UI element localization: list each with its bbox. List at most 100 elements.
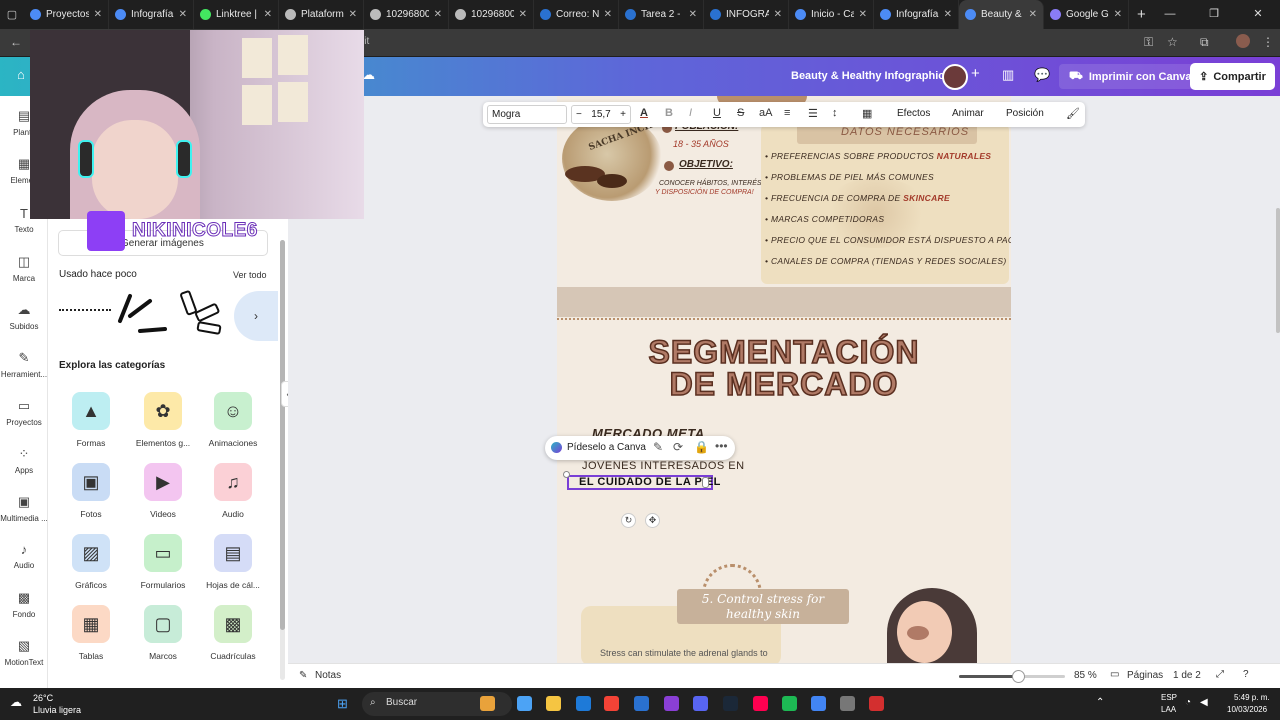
- tab-close-icon[interactable]: ✕: [604, 9, 612, 20]
- stress-body-text[interactable]: Stress can stimulate the adrenal glands …: [600, 648, 768, 658]
- rail-item[interactable]: ◫ Marca: [0, 254, 48, 283]
- move-icon[interactable]: ✥: [645, 513, 660, 528]
- objective-line-2[interactable]: Y DISPOSICIÓN DE COMPRA!: [655, 189, 754, 196]
- rail-item[interactable]: ☁ Subidos: [0, 302, 48, 331]
- font-family-select[interactable]: Mogra: [487, 105, 567, 124]
- category-tile[interactable]: ☺ Animaciones: [198, 392, 268, 448]
- password-key-icon[interactable]: ⚿: [1144, 35, 1153, 50]
- needed-data-item[interactable]: • PREFERENCIAS SOBRE PRODUCTOS NATURALES: [765, 151, 1011, 161]
- category-tile[interactable]: ♫ Audio: [198, 463, 268, 519]
- category-tile[interactable]: ▨ Gráficos: [56, 534, 126, 590]
- category-tile[interactable]: ▭ Formularios: [128, 534, 198, 590]
- tab-close-icon[interactable]: ✕: [434, 9, 442, 20]
- tiktok-icon[interactable]: [811, 696, 826, 711]
- tab-close-icon[interactable]: ✕: [944, 9, 952, 20]
- needed-data-title[interactable]: DATOS NECESARIOS: [841, 126, 969, 138]
- see-all-link[interactable]: Ver todo: [233, 270, 267, 280]
- category-tile[interactable]: ▩ Cuadrículas: [198, 605, 268, 661]
- rail-item[interactable]: ⁘ Apps: [0, 446, 48, 475]
- category-tile[interactable]: ▲ Formas: [56, 392, 126, 448]
- font-size-stepper[interactable]: − 15,7 +: [571, 105, 631, 124]
- objective-line-1[interactable]: CONOCER HÁBITOS, INTERÉS: [659, 180, 762, 187]
- population-value[interactable]: 18 - 35 AÑOS: [673, 139, 729, 149]
- language-2[interactable]: LAA: [1161, 705, 1176, 714]
- pages-icon[interactable]: ▭: [1110, 669, 1119, 680]
- browser-tab[interactable]: 102968000 ✕: [449, 0, 534, 29]
- tab-close-icon[interactable]: ✕: [179, 9, 187, 20]
- rail-item[interactable]: ▧ MotionText: [0, 638, 48, 667]
- increase-size-icon[interactable]: +: [620, 109, 626, 120]
- tab-close-icon[interactable]: ✕: [1029, 9, 1037, 20]
- browser-tab[interactable]: Google Ge ✕: [1044, 0, 1129, 29]
- add-collaborator-icon[interactable]: +: [971, 65, 980, 82]
- mail-icon[interactable]: [634, 696, 649, 711]
- tab-close-icon[interactable]: ✕: [519, 9, 527, 20]
- browser-tab[interactable]: Correo: Ni ✕: [534, 0, 619, 29]
- document-title[interactable]: Beauty & Healthy Infographic: [791, 70, 944, 82]
- tab-close-icon[interactable]: ✕: [264, 9, 272, 20]
- target-line-1[interactable]: JOVENES INTERESADOS EN: [582, 460, 745, 472]
- extensions-icon[interactable]: ⧉: [1200, 35, 1209, 50]
- weather-text[interactable]: Lluvia ligera: [33, 705, 81, 715]
- category-tile[interactable]: ✿ Elementos g...: [128, 392, 198, 448]
- rail-item[interactable]: ▩ Fondo: [0, 590, 48, 619]
- share-button[interactable]: ⇪ Compartir: [1190, 63, 1275, 90]
- tab-close-icon[interactable]: ✕: [774, 9, 782, 20]
- wifi-icon[interactable]: ◔: [1185, 697, 1191, 708]
- temperature[interactable]: 26°C: [33, 693, 53, 703]
- browser-tab[interactable]: Beauty & H ✕: [959, 0, 1044, 29]
- list-icon[interactable]: ☰: [808, 107, 818, 120]
- help-icon[interactable]: ?: [1243, 669, 1249, 680]
- collaborator-avatar[interactable]: [942, 64, 968, 90]
- windows-start-icon[interactable]: ⊞: [337, 696, 348, 712]
- zoom-value[interactable]: 85 %: [1074, 670, 1097, 681]
- browser-tab[interactable]: Linktree | ✕: [194, 0, 279, 29]
- bookmark-star-icon[interactable]: ☆: [1167, 35, 1178, 49]
- format-painter-icon[interactable]: 🖌: [1066, 107, 1080, 120]
- canva-app-icon[interactable]: [723, 696, 738, 711]
- steam-icon[interactable]: [782, 696, 797, 711]
- discord-icon[interactable]: [753, 696, 768, 711]
- comment-add-icon[interactable]: ⟳: [673, 440, 683, 454]
- zoom-slider-thumb[interactable]: [1012, 670, 1025, 683]
- rail-item[interactable]: ✎ Herramient...: [0, 350, 48, 379]
- needed-data-item[interactable]: • PRECIO QUE EL CONSUMIDOR ESTÁ DISPUEST…: [765, 235, 1011, 245]
- animate-button[interactable]: Animar: [952, 108, 984, 119]
- maximize-icon[interactable]: ❐: [1192, 0, 1236, 29]
- tab-close-icon[interactable]: ✕: [349, 9, 357, 20]
- task-view-icon[interactable]: [517, 696, 532, 711]
- file-explorer-icon[interactable]: [576, 696, 591, 711]
- rotate-icon[interactable]: ↻: [621, 513, 636, 528]
- comment-icon[interactable]: 💬: [1034, 67, 1050, 83]
- chrome-profile-icon[interactable]: [869, 696, 884, 711]
- browser-tab[interactable]: INFOGRAF ✕: [704, 0, 789, 29]
- lock-icon[interactable]: 🔒: [694, 440, 709, 454]
- browser-tab[interactable]: Plataforma ✕: [279, 0, 364, 29]
- browser-tab[interactable]: Tarea 2 - E ✕: [619, 0, 704, 29]
- rail-item[interactable]: ▣ Multimedia ...: [0, 494, 48, 523]
- outlook-icon[interactable]: [693, 696, 708, 711]
- analytics-icon[interactable]: ▥: [1002, 67, 1014, 83]
- tray-chevron-icon[interactable]: ⌃: [1096, 697, 1104, 708]
- edge-icon[interactable]: [604, 696, 619, 711]
- transparency-icon[interactable]: ▦: [862, 107, 872, 120]
- workspace-scrollbar[interactable]: [1276, 208, 1280, 333]
- browser-tab[interactable]: Infografía ✕: [109, 0, 194, 29]
- clock-time[interactable]: 5:49 p. m.: [1234, 693, 1270, 702]
- effects-button[interactable]: Efectos: [897, 108, 930, 119]
- decrease-size-icon[interactable]: −: [576, 109, 582, 120]
- letter-case-icon[interactable]: aA: [759, 107, 772, 119]
- print-with-canva-button[interactable]: ⛟ Imprimir con Canva: [1059, 64, 1202, 89]
- category-tile[interactable]: ▤ Hojas de cál...: [198, 534, 268, 590]
- spotify-icon[interactable]: [840, 696, 855, 711]
- align-center-icon[interactable]: ≡: [784, 107, 790, 119]
- category-tile[interactable]: ▦ Tablas: [56, 605, 126, 661]
- needed-data-item[interactable]: • CANALES DE COMPRA (TIENDAS Y REDES SOC…: [765, 256, 1011, 266]
- text-color-icon[interactable]: A: [640, 107, 648, 119]
- volume-icon[interactable]: ◀: [1200, 697, 1208, 708]
- italic-icon[interactable]: I: [689, 107, 692, 119]
- tab-close-icon[interactable]: ✕: [689, 9, 697, 20]
- recent-outline-shapes[interactable]: [178, 288, 228, 340]
- bold-icon[interactable]: B: [665, 107, 673, 119]
- category-tile[interactable]: ▢ Marcos: [128, 605, 198, 661]
